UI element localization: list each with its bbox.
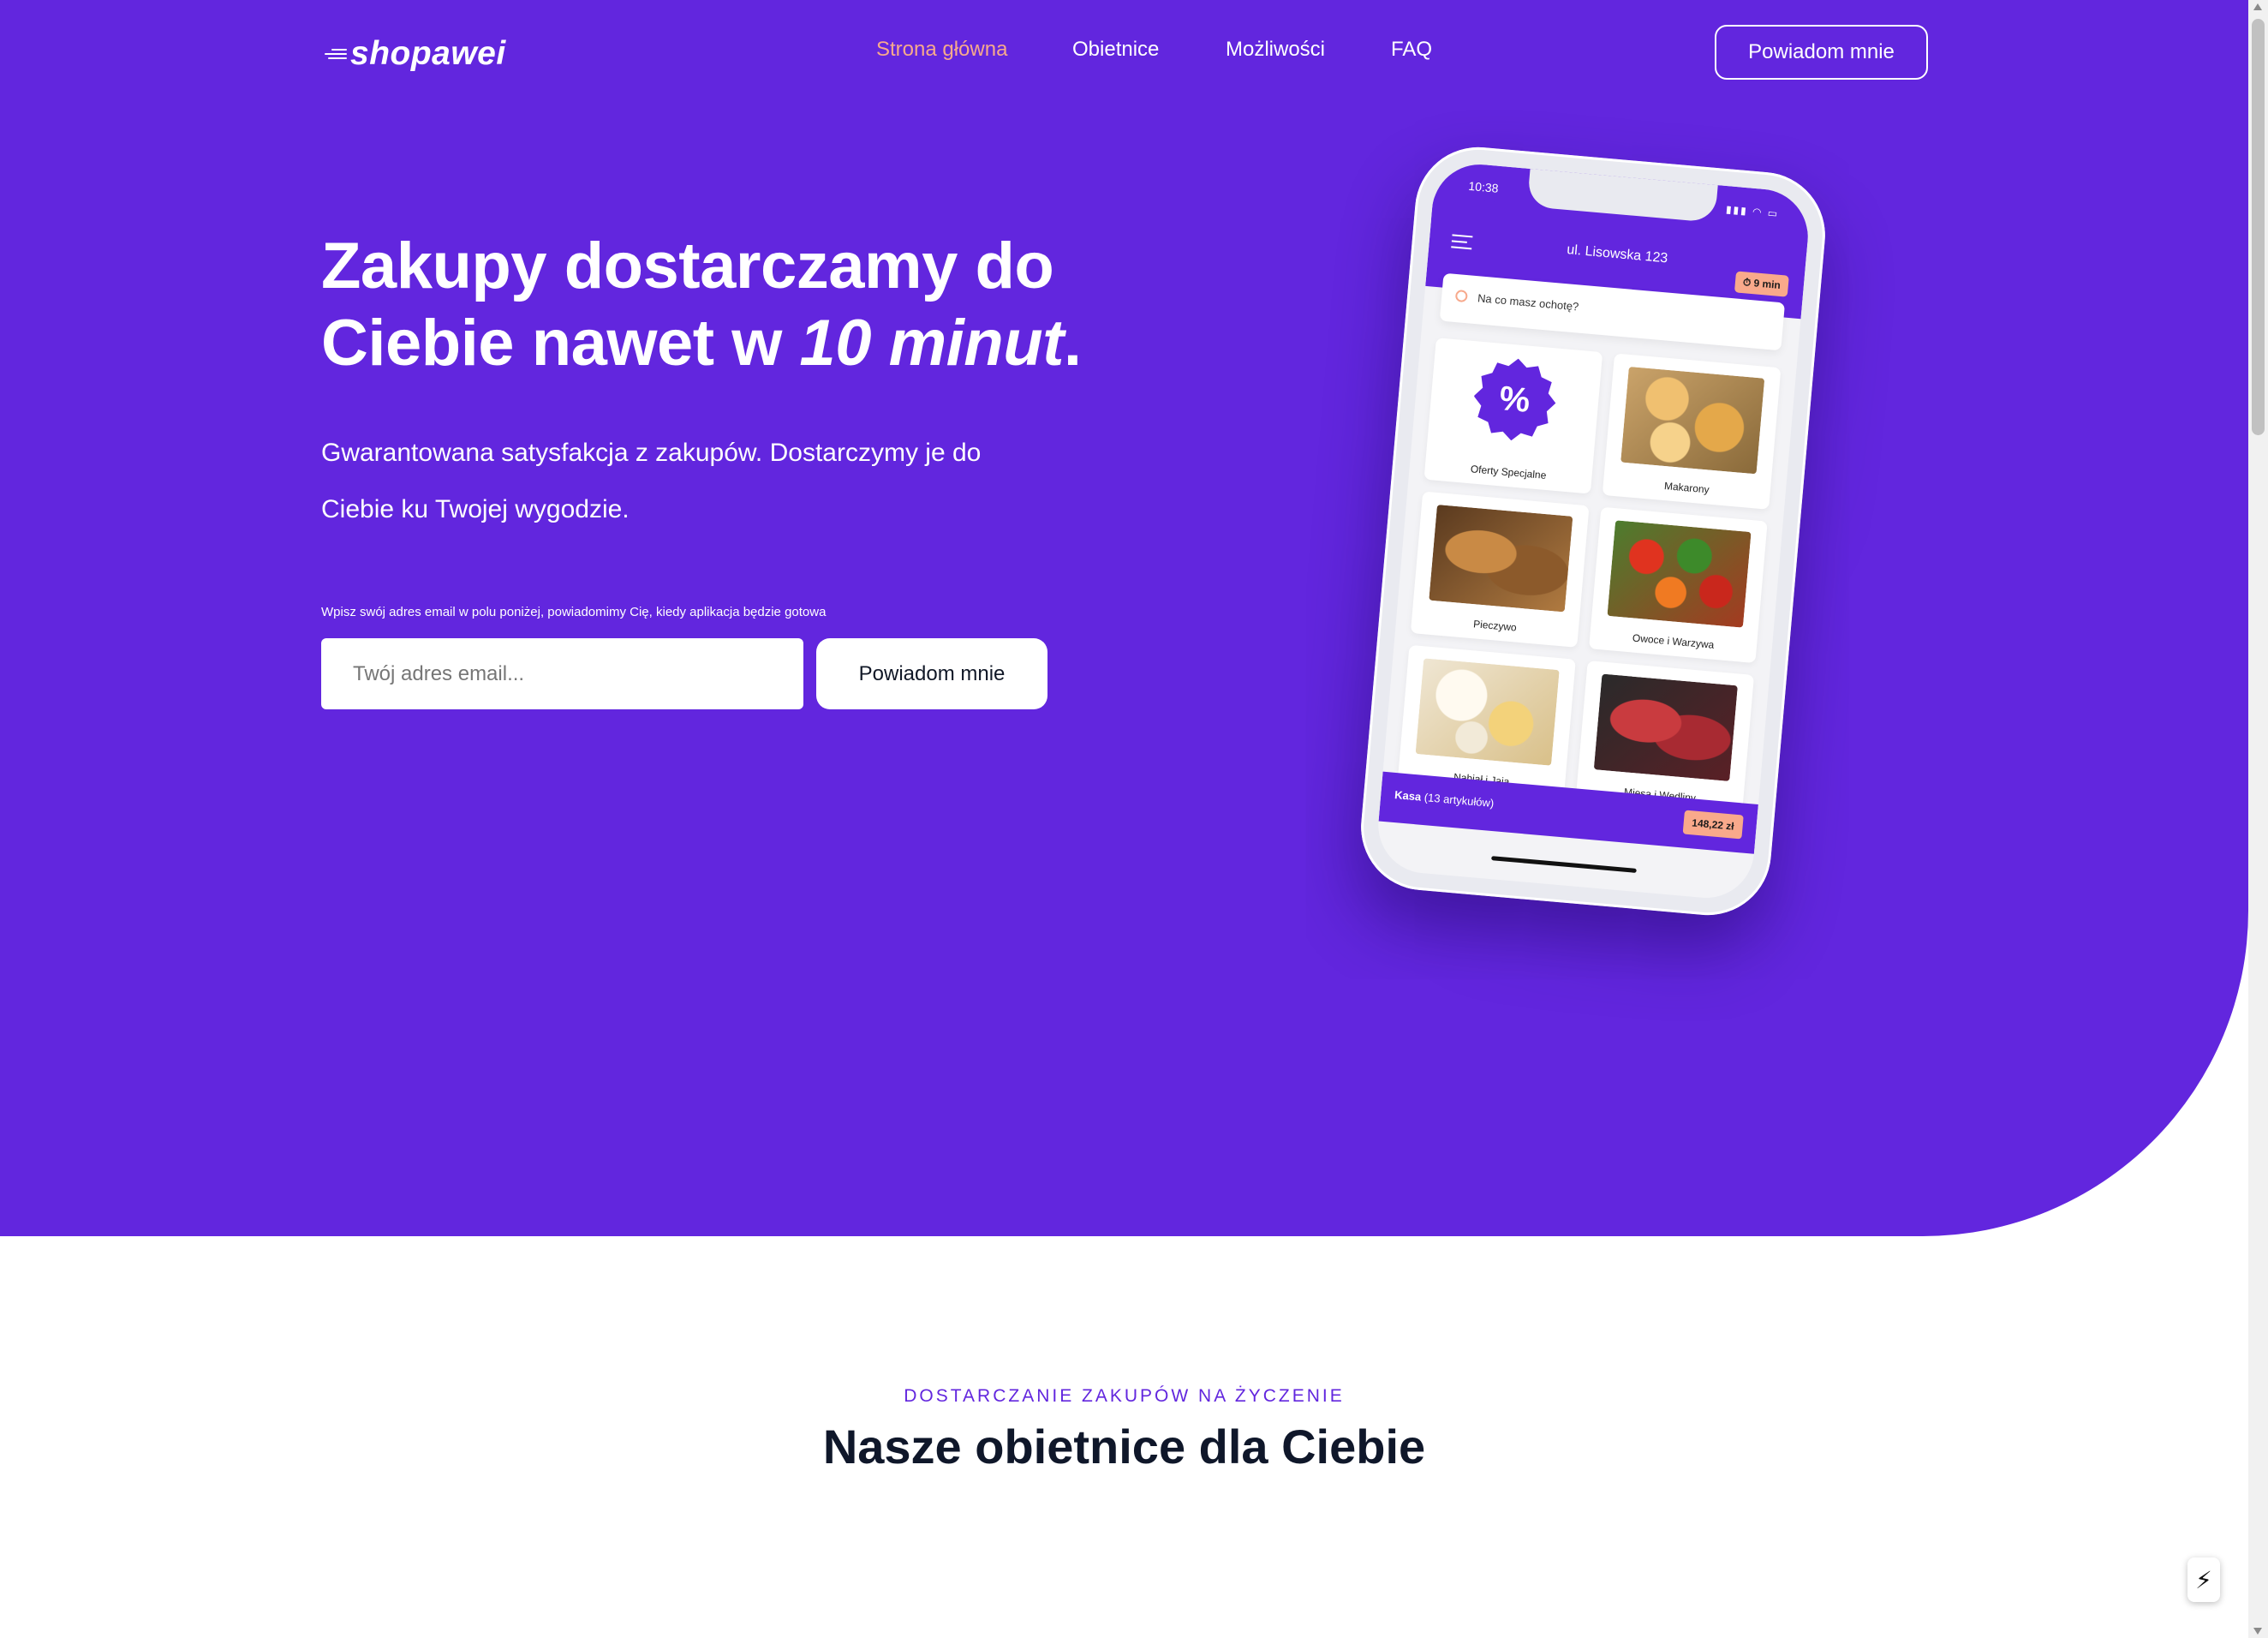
- nav-item-faq[interactable]: FAQ: [1391, 38, 1432, 62]
- category-label: Pieczywo: [1472, 618, 1518, 634]
- category-tile: Owoce i Warzywa: [1589, 506, 1768, 664]
- email-input[interactable]: [321, 638, 803, 709]
- hero-section: shopawei Strona główna Obietnice Możliwo…: [0, 0, 2248, 1236]
- phone-time: 10:38: [1467, 178, 1500, 195]
- hero-title: Zakupy dostarczamy do Ciebie nawet w 10 …: [321, 228, 1195, 382]
- checkout-count: (13 artykułów): [1423, 791, 1495, 810]
- eta-badge: ⏱ 9 min: [1734, 271, 1789, 297]
- page-scrollbar[interactable]: [2248, 0, 2268, 1638]
- pasta-image: [1620, 366, 1765, 475]
- notify-submit-button[interactable]: Powiadom mnie: [816, 638, 1047, 709]
- signal-wifi-battery-icons: ▮▮▮ ◠ ▭: [1725, 203, 1780, 220]
- search-icon: [1454, 289, 1468, 303]
- phone-screen: 10:38 ▮▮▮ ◠ ▭ ul. Lisowska 123 ⏱ 9 min N…: [1374, 160, 1812, 902]
- bread-image: [1429, 505, 1573, 613]
- scroll-down-arrow-icon[interactable]: [2253, 1628, 2262, 1635]
- nav-item-features[interactable]: Możliwości: [1226, 38, 1325, 62]
- category-label: Owoce i Warzywa: [1632, 631, 1715, 651]
- hero-title-end: .: [1063, 307, 1082, 380]
- header-notify-button[interactable]: Powiadom mnie: [1715, 25, 1928, 80]
- checkout-total: 148,22 zł: [1682, 810, 1744, 840]
- app-search-placeholder: Na co masz ochotę?: [1477, 291, 1579, 314]
- section-title: Nasze obietnice dla Ciebie: [822, 1420, 1426, 1474]
- category-tile: Makarony: [1602, 353, 1782, 510]
- category-label: Oferty Specjalne: [1470, 463, 1547, 481]
- nav-item-home[interactable]: Strona główna: [876, 38, 1007, 62]
- checkout-title: Kasa: [1394, 788, 1422, 804]
- scroll-up-arrow-icon[interactable]: [2253, 3, 2262, 10]
- email-hint: Wpisz swój adres email w polu poniżej, p…: [321, 605, 827, 619]
- phone-mockup: 10:38 ▮▮▮ ◠ ▭ ul. Lisowska 123 ⏱ 9 min N…: [1356, 141, 1830, 921]
- section-eyebrow: DOSTARCZANIE ZAKUPÓW NA ŻYCZENIE: [904, 1386, 1345, 1406]
- category-tile: Pieczywo: [1410, 491, 1590, 648]
- speed-lines-icon: [321, 44, 347, 64]
- checkout-label: Kasa (13 artykułów): [1394, 788, 1495, 810]
- lightning-bolt-icon[interactable]: ⚡: [2187, 1557, 2220, 1602]
- nav-item-promises[interactable]: Obietnice: [1072, 38, 1159, 62]
- vegetables-image: [1607, 520, 1752, 628]
- brand-logo[interactable]: shopawei: [321, 33, 506, 75]
- category-tile: % Oferty Specjalne: [1423, 338, 1603, 494]
- dairy-image: [1415, 658, 1560, 766]
- category-label: Makarony: [1663, 480, 1710, 496]
- brand-name: shopawei: [350, 35, 506, 72]
- category-grid: % Oferty Specjalne Makarony Pieczywo Owo…: [1397, 338, 1782, 817]
- hero-subtitle: Gwarantowana satysfakcja z zakupów. Dost…: [321, 439, 982, 523]
- percent-badge-icon: %: [1471, 355, 1560, 444]
- scrollbar-thumb[interactable]: [2252, 19, 2265, 435]
- home-indicator: [1491, 856, 1637, 873]
- meat-image: [1593, 673, 1738, 781]
- hero-title-emphasis: 10 minut: [799, 307, 1064, 380]
